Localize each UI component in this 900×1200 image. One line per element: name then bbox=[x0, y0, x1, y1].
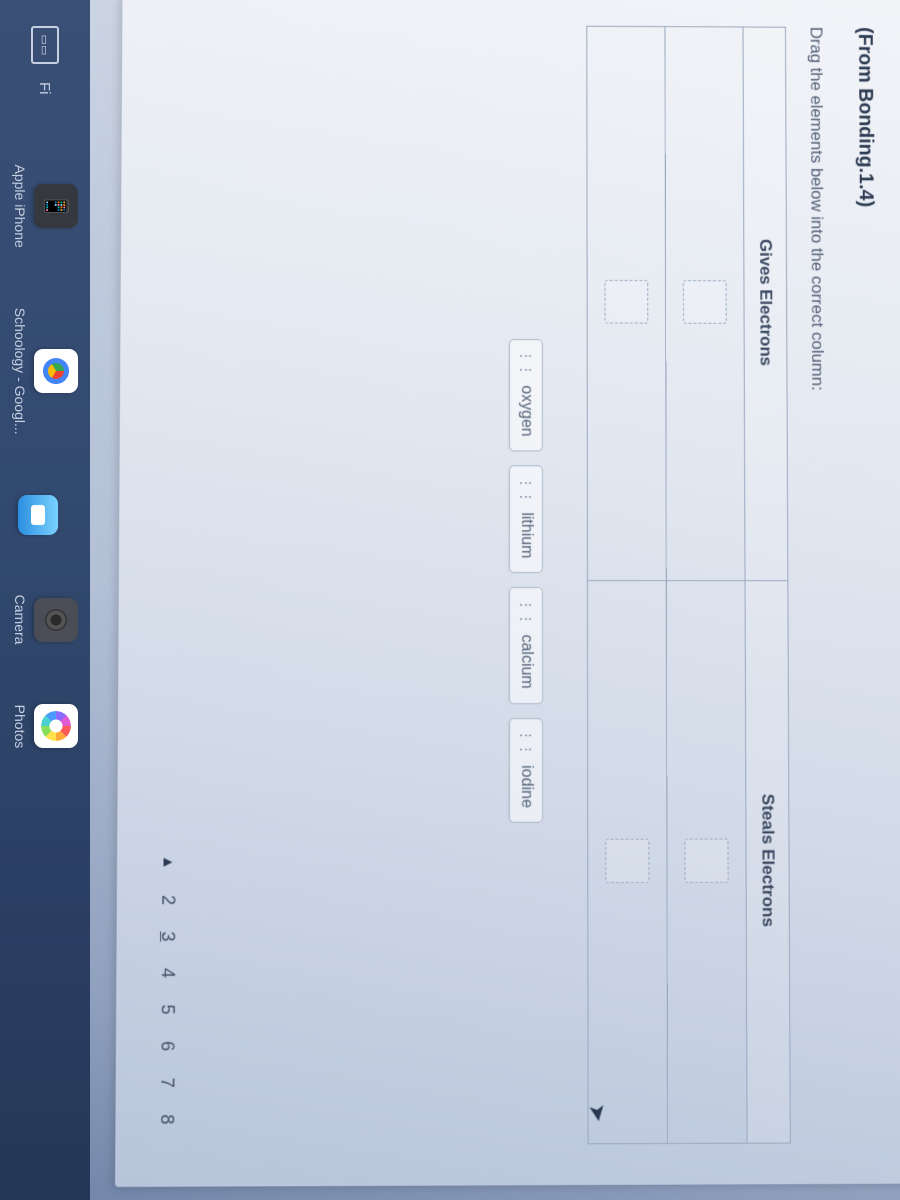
dock-indicator: Fi bbox=[37, 82, 54, 95]
chip-iodine[interactable]: iodine bbox=[509, 718, 543, 823]
chip-label: iodine bbox=[517, 765, 535, 808]
question-source: (From Bonding.1.4) bbox=[853, 27, 882, 1143]
draggable-bank: oxygen lithium calcium iodine bbox=[509, 25, 543, 1144]
mission-control-icon[interactable]: ▭▭ bbox=[31, 26, 59, 64]
question-instruction: Drag the elements below into the correct… bbox=[806, 27, 831, 1144]
facetime-icon bbox=[18, 495, 58, 535]
drag-handle-icon bbox=[522, 729, 530, 757]
chip-lithium[interactable]: lithium bbox=[509, 465, 543, 573]
question-pager: ▲ 2 3 4 5 6 7 8 bbox=[156, 855, 179, 1126]
dock-app-iphone[interactable]: 📱 Apple iPhone bbox=[12, 165, 78, 248]
pager-number[interactable]: 7 bbox=[156, 1077, 177, 1089]
sort-table: Gives Electrons Steals Electrons bbox=[586, 26, 790, 1145]
chip-label: calcium bbox=[517, 634, 535, 688]
dock-app-photos[interactable]: Photos bbox=[12, 704, 78, 748]
dock-app-chrome[interactable]: Schoology - Googl... bbox=[12, 308, 78, 435]
dock-app-label: Apple iPhone bbox=[12, 165, 28, 248]
dropzone-steals-2[interactable] bbox=[605, 838, 649, 882]
pager-number[interactable]: 4 bbox=[157, 967, 178, 979]
dock-app-label: Schoology - Googl... bbox=[12, 308, 28, 435]
dock-left-group: ▭▭ Fi bbox=[31, 26, 59, 95]
dropzone-steals-1[interactable] bbox=[684, 838, 728, 882]
chip-oxygen[interactable]: oxygen bbox=[509, 339, 543, 452]
pager-number[interactable]: 5 bbox=[157, 1003, 178, 1015]
chrome-icon bbox=[34, 349, 78, 393]
cursor-icon: ➤ bbox=[583, 1101, 612, 1123]
column-header-steals: Steals Electrons bbox=[745, 580, 790, 1143]
chip-calcium[interactable]: calcium bbox=[509, 587, 543, 703]
pager-number[interactable]: 2 bbox=[157, 894, 178, 906]
phone-icon: 📱 bbox=[34, 184, 78, 228]
drag-handle-icon bbox=[522, 598, 530, 626]
chip-label: oxygen bbox=[517, 385, 535, 436]
drag-handle-icon bbox=[522, 476, 530, 504]
quiz-screen: (From Bonding.1.4) Drag the elements bel… bbox=[115, 0, 900, 1187]
pager-number[interactable]: 6 bbox=[156, 1040, 177, 1052]
drag-handle-icon bbox=[522, 350, 530, 378]
macos-dock: ▭▭ Fi 📱 Apple iPhone Schoology - Googl..… bbox=[0, 0, 90, 1200]
pager-number[interactable]: 8 bbox=[156, 1113, 177, 1125]
dropzone-gives-2[interactable] bbox=[604, 280, 648, 324]
dropzone-gives-1[interactable] bbox=[683, 280, 727, 324]
column-header-gives: Gives Electrons bbox=[743, 27, 788, 580]
dock-app-facetime[interactable] bbox=[12, 495, 58, 535]
pager-number[interactable]: 3 bbox=[157, 930, 178, 942]
pager-prev-icon[interactable]: ▲ bbox=[159, 855, 176, 870]
dock-app-label: Camera bbox=[12, 595, 28, 645]
dock-app-label: Photos bbox=[12, 705, 28, 749]
photos-icon bbox=[34, 704, 78, 748]
camera-icon bbox=[34, 598, 78, 642]
dock-app-camera[interactable]: Camera bbox=[12, 595, 78, 645]
chip-label: lithium bbox=[517, 512, 535, 558]
